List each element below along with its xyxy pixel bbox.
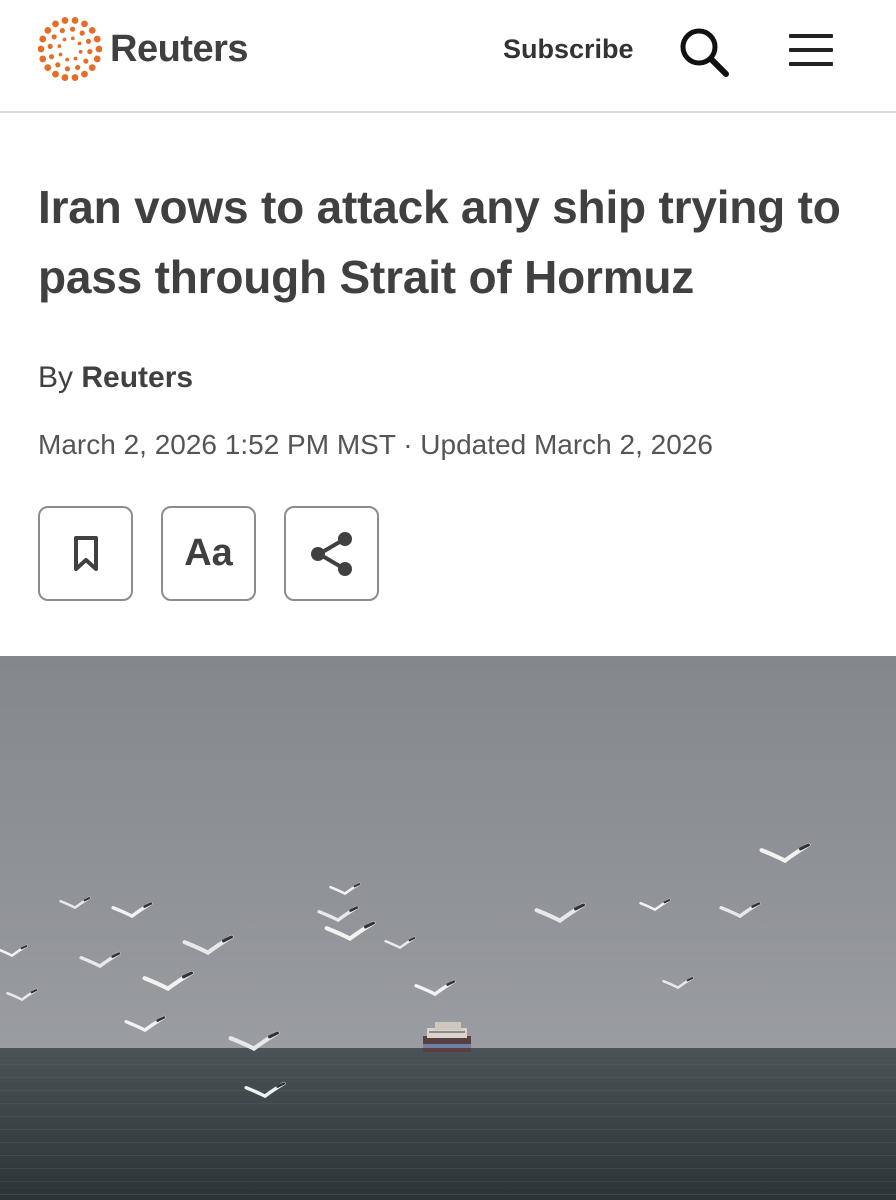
dateline: March 2, 2026 1:52 PM MST · Updated Marc… [38, 429, 713, 460]
article-tools: Aa [38, 506, 379, 601]
share-icon [310, 531, 352, 576]
author-link[interactable]: Reuters [81, 361, 193, 394]
reuters-logo-mark-icon [38, 17, 102, 81]
reuters-logo[interactable]: Reuters [38, 16, 249, 82]
brand-name: Reuters [110, 27, 249, 70]
byline-prefix: By [38, 361, 74, 394]
share-button[interactable] [284, 506, 379, 601]
site-header: Reuters Subscribe [0, 0, 896, 113]
bookmark-button[interactable] [38, 506, 133, 601]
menu-button[interactable] [786, 28, 838, 72]
article-headline: Iran vows to attack any ship trying to p… [38, 181, 841, 303]
byline: By Reuters [38, 356, 193, 400]
hamburger-menu-icon [789, 34, 833, 66]
sky [0, 656, 896, 1050]
article-photo [0, 656, 896, 1200]
text-size-button[interactable]: Aa [161, 506, 256, 601]
article-page: Reuters Subscribe Iran vows to attack an… [0, 0, 896, 1200]
search-button[interactable] [676, 24, 732, 80]
text-size-label: Aa [184, 532, 233, 574]
bookmark-icon [73, 535, 98, 571]
search-icon [680, 28, 729, 77]
subscribe-button[interactable]: Subscribe [503, 30, 634, 68]
